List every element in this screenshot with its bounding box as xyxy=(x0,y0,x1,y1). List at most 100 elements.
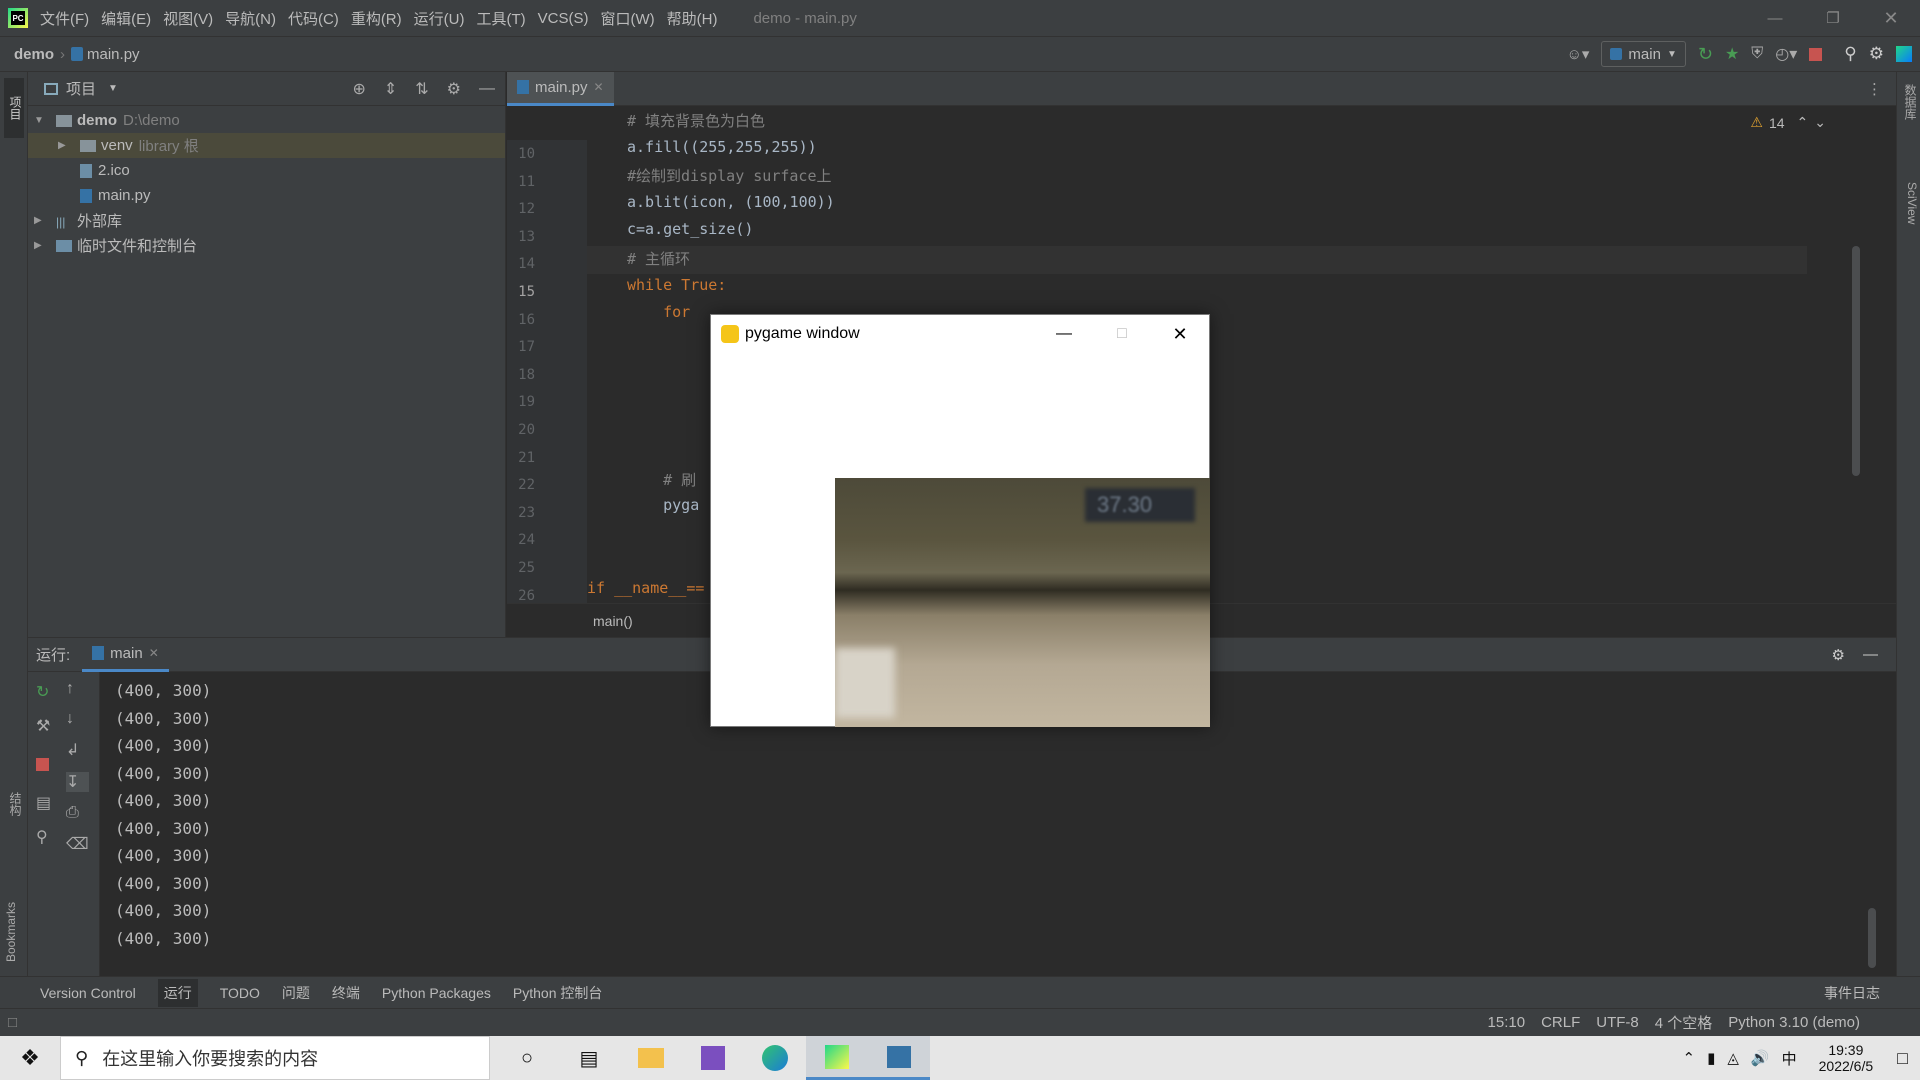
minimize-icon[interactable]: — xyxy=(1746,10,1804,27)
code-line[interactable]: # 填充背景色为白色 xyxy=(627,110,765,131)
layout-toggle-icon[interactable]: □ xyxy=(8,1014,17,1031)
breadcrumb-project[interactable]: demo xyxy=(14,46,54,63)
gear-icon[interactable]: ⚙ xyxy=(1869,44,1884,64)
more-icon[interactable]: ⋮ xyxy=(1867,80,1882,98)
pygame-window[interactable]: pygame window — □ ✕ 37.30 xyxy=(710,314,1210,727)
tree-item-venv[interactable]: ▶ venv library 根 xyxy=(28,133,505,158)
jetbrains-icon[interactable] xyxy=(1896,46,1912,62)
breadcrumb-file[interactable]: main.py xyxy=(87,46,140,63)
code-line[interactable]: pyga xyxy=(627,496,699,514)
code-line[interactable]: if __name__== xyxy=(587,579,704,597)
scroll-to-end-icon[interactable]: ↧ xyxy=(66,772,89,792)
code-line[interactable]: while True: xyxy=(627,276,726,294)
up-arrow-icon[interactable]: ↑ xyxy=(66,680,89,698)
editor-scrollbar[interactable] xyxy=(1852,246,1860,476)
pygame-title-bar[interactable]: pygame window — □ ✕ xyxy=(711,315,1209,353)
menu-tools[interactable]: 工具(T) xyxy=(476,8,525,29)
edge-icon[interactable] xyxy=(744,1045,806,1071)
user-icon[interactable]: ☺▾ xyxy=(1567,45,1590,63)
tray-expand-icon[interactable]: ⌃ xyxy=(1683,1049,1696,1067)
collapse-all-icon[interactable]: ⇅ xyxy=(415,79,428,99)
caret-position[interactable]: 15:10 xyxy=(1488,1014,1526,1031)
code-line[interactable]: #绘制到display surface上 xyxy=(627,165,832,186)
code-line[interactable]: a.blit(icon, (100,100)) xyxy=(627,193,835,211)
wrench-icon[interactable]: ⚒ xyxy=(36,716,51,736)
windows-start-icon[interactable]: ❖ xyxy=(0,1045,60,1071)
close-tab-icon[interactable]: ✕ xyxy=(149,646,159,660)
console-scrollbar[interactable] xyxy=(1868,908,1876,968)
tool-run[interactable]: 运行 xyxy=(157,978,198,1007)
sciview-tool-button[interactable]: SciView xyxy=(1899,182,1919,262)
menu-edit[interactable]: 编辑(E) xyxy=(101,8,151,29)
project-tool-button[interactable]: 项目 xyxy=(4,78,24,138)
ime-indicator[interactable]: 中 xyxy=(1782,1048,1797,1069)
cortana-icon[interactable]: ○ xyxy=(496,1047,558,1070)
database-tool-button[interactable]: 数据库 xyxy=(1899,84,1919,154)
tree-item-scratches[interactable]: ▶ 临时文件和控制台 xyxy=(28,233,505,258)
menu-code[interactable]: 代码(C) xyxy=(288,8,339,29)
locate-icon[interactable]: ⊕ xyxy=(352,79,365,99)
notification-icon[interactable]: □ xyxy=(1897,1048,1908,1069)
battery-icon[interactable]: ▮ xyxy=(1707,1049,1715,1067)
trash-icon[interactable]: ⌫ xyxy=(66,834,89,854)
menu-run[interactable]: 运行(U) xyxy=(414,8,465,29)
pycharm-taskbar-icon[interactable] xyxy=(806,1036,868,1080)
bookmarks-tool-button[interactable]: Bookmarks xyxy=(4,872,24,962)
volume-icon[interactable]: 🔊 xyxy=(1751,1049,1770,1067)
menu-navigate[interactable]: 导航(N) xyxy=(225,8,276,29)
profile-icon[interactable]: ◴▾ xyxy=(1775,44,1797,64)
python-taskbar-icon[interactable] xyxy=(868,1036,930,1080)
visual-studio-icon[interactable] xyxy=(682,1046,744,1070)
coverage-icon[interactable]: ⛨ xyxy=(1751,45,1763,63)
inspection-widget[interactable]: ⚠ 14 ⌃ ⌄ xyxy=(1750,114,1826,131)
taskbar-clock[interactable]: 19:39 2022/6/5 xyxy=(1819,1042,1874,1074)
minimize-icon[interactable]: — xyxy=(1035,325,1093,343)
menu-vcs[interactable]: VCS(S) xyxy=(538,10,589,27)
tree-item-ico[interactable]: 2.ico xyxy=(28,158,505,183)
structure-tool-button[interactable]: 结构 xyxy=(4,792,24,852)
tool-todo[interactable]: TODO xyxy=(220,985,260,1001)
tool-terminal[interactable]: 终端 xyxy=(332,983,360,1003)
file-encoding[interactable]: UTF-8 xyxy=(1596,1014,1639,1031)
hide-icon[interactable]: — xyxy=(479,80,495,98)
rerun-icon[interactable]: ↻ xyxy=(36,682,51,702)
code-line[interactable]: # 刷 xyxy=(627,469,696,490)
line-separator[interactable]: CRLF xyxy=(1541,1014,1580,1031)
restore-icon[interactable]: ❐ xyxy=(1804,9,1862,27)
indent-setting[interactable]: 4 个空格 xyxy=(1655,1012,1713,1033)
gear-icon[interactable]: ⚙ xyxy=(447,79,461,99)
expand-all-icon[interactable]: ⇕ xyxy=(384,79,397,99)
file-explorer-icon[interactable] xyxy=(620,1048,682,1068)
debug-icon[interactable]: ★ xyxy=(1725,44,1739,64)
event-log-button[interactable]: 事件日志 xyxy=(1824,983,1880,1003)
network-icon[interactable]: ◬ xyxy=(1727,1049,1739,1067)
gear-icon[interactable]: ⚙ xyxy=(1832,646,1845,664)
tool-version-control[interactable]: Version Control xyxy=(40,985,136,1001)
tool-python-packages[interactable]: Python Packages xyxy=(382,985,491,1001)
tool-problems[interactable]: 问题 xyxy=(282,983,310,1003)
down-arrow-icon[interactable]: ↓ xyxy=(66,710,89,728)
code-line[interactable]: a.fill((255,255,255)) xyxy=(627,138,817,156)
chevron-down-icon[interactable]: ⌄ xyxy=(1814,114,1826,131)
code-line[interactable]: for xyxy=(627,303,690,321)
chevron-down-icon[interactable]: ▼ xyxy=(108,83,118,94)
pin-icon[interactable]: ⚲ xyxy=(36,827,51,847)
menu-window[interactable]: 窗口(W) xyxy=(600,8,654,29)
task-view-icon[interactable]: ▤ xyxy=(558,1046,620,1071)
close-tab-icon[interactable]: ✕ xyxy=(594,80,604,94)
close-icon[interactable]: ✕ xyxy=(1862,8,1920,29)
tool-python-console[interactable]: Python 控制台 xyxy=(513,983,602,1003)
menu-view[interactable]: 视图(V) xyxy=(163,8,213,29)
stop-icon[interactable] xyxy=(36,758,49,771)
search-icon[interactable]: ⚲ xyxy=(1844,44,1856,64)
run-tab-main[interactable]: main ✕ xyxy=(82,638,169,672)
interpreter[interactable]: Python 3.10 (demo) xyxy=(1728,1014,1860,1031)
chevron-up-icon[interactable]: ⌃ xyxy=(1797,114,1809,131)
project-panel-title[interactable]: 项目 xyxy=(66,78,96,99)
taskbar-search[interactable]: ⚲ 在这里输入你要搜索的内容 xyxy=(60,1036,490,1080)
menu-refactor[interactable]: 重构(R) xyxy=(351,8,402,29)
tree-item-demo[interactable]: ▼ demo D:\demo xyxy=(28,108,505,133)
close-icon[interactable]: ✕ xyxy=(1151,324,1209,345)
tab-main-py[interactable]: main.py ✕ xyxy=(507,71,614,106)
breadcrumb-function[interactable]: main() xyxy=(593,613,633,629)
